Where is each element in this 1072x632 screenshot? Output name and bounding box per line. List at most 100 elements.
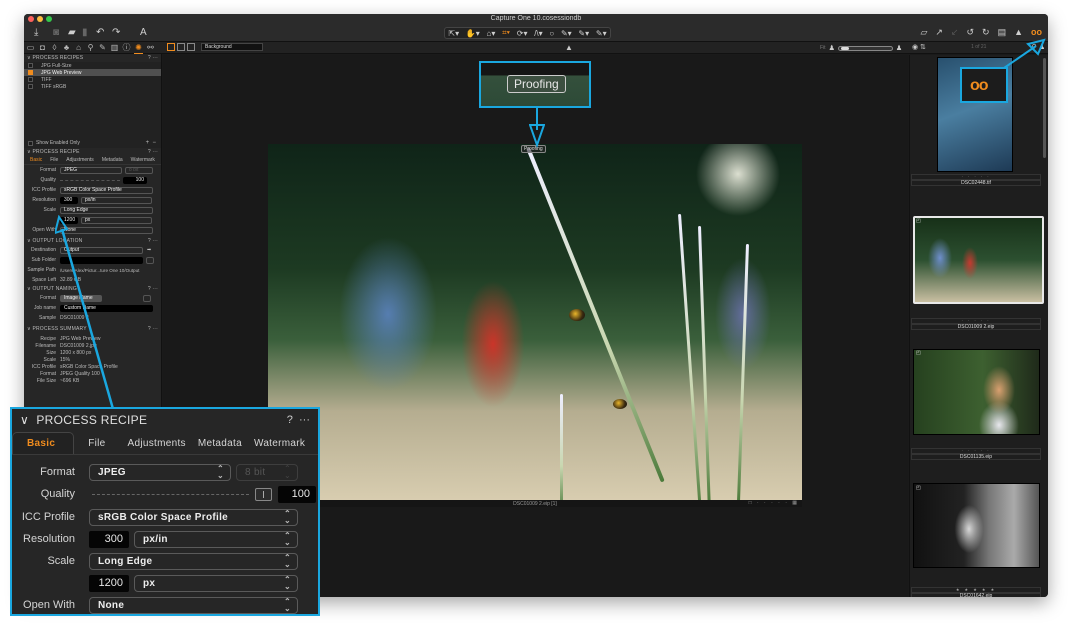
recipe-item[interactable]: TIFF sRGB [24,83,161,90]
show-enabled-only[interactable]: Show Enabled Only [28,140,80,146]
reset-icon[interactable]: ↺ [966,27,974,38]
recipe-checkbox[interactable] [28,77,33,82]
folder-icon[interactable]: ▰ [68,27,76,39]
brush-tool-icon[interactable]: ✎▾ [561,29,572,38]
redo-icon[interactable]: ↷ [112,27,120,39]
tab-adjustments[interactable]: Adjustments [122,438,192,454]
format-select[interactable]: JPEG ⌃ ⌄ [89,463,231,481]
proofing-glasses-icon[interactable]: oo [1031,27,1042,38]
spot-tool-icon[interactable]: ○ [549,29,554,38]
rotate-tool-icon[interactable]: ⟳▾ [517,29,528,38]
recipe-item[interactable]: JPG Full-Size [24,62,161,69]
browser-scrollbar[interactable] [1043,58,1046,158]
tab-metadata[interactable]: Metadata [192,438,248,454]
tab-adjustments-small[interactable]: Adjustments [66,157,94,163]
quality-value-small[interactable]: 100 [123,176,147,184]
resolution-input[interactable]: 300 [89,530,129,548]
local-adjust-tab-icon[interactable]: ✎ [98,43,107,54]
eraser-tool-icon[interactable]: ✎▾ [578,29,589,38]
loupe-tool-icon[interactable]: ⌂▾ [487,29,496,38]
apply-adjustments-icon[interactable]: ↙ [951,27,959,38]
trash-icon[interactable]: ▮ [82,27,88,39]
filmstrip-view-button[interactable] [187,43,195,51]
recipe-checkbox[interactable] [28,70,33,75]
resolution-unit-small[interactable]: px/in [81,196,152,204]
icc-select-small[interactable]: sRGB Color Space Profile [60,186,153,194]
details-tab-icon[interactable]: ⚲ [86,43,95,54]
capture-tab-icon[interactable]: ◘ [38,43,47,54]
background-select[interactable]: Background [201,43,263,51]
scale-size-input[interactable]: 1200 [89,574,129,592]
tab-file[interactable]: File [74,438,121,454]
open-with-select[interactable]: None ⌃ ⌄ [89,596,298,614]
keystone-tool-icon[interactable]: /\▾ [534,29,542,38]
view-eye-icon[interactable]: ◉ ⇅ [912,43,926,51]
subfolder-more-button[interactable] [146,256,154,264]
library-tab-icon[interactable]: ▭ [26,43,35,54]
rating-bar[interactable]: □ · · · · · ▦ [749,500,799,506]
copy-adjustments-icon[interactable]: ↗ [935,27,943,38]
output-tab-icon[interactable]: ✺ [134,43,143,54]
quality-slider-knob[interactable] [255,487,272,501]
batch-tab-icon[interactable]: ⚯ [146,43,155,54]
bit-depth-select-small[interactable]: 8 bit [125,166,153,174]
recipe-checkbox[interactable] [28,84,33,89]
quality-input[interactable]: 100 [278,485,316,503]
zoom-knob[interactable] [840,46,849,50]
recipe-item[interactable]: TIFF [24,76,161,83]
scale-unit-select[interactable]: px ⌃ ⌄ [134,574,298,592]
remove-recipe-icon[interactable]: − [152,140,156,146]
thumbnail-image[interactable] [913,216,1044,304]
crop-tool-icon[interactable]: ⌗▾ [502,28,510,38]
more-options-button[interactable]: ··· [299,414,310,426]
process-recipe-header[interactable]: ∨ PROCESS RECIPE ? ··· [12,409,318,431]
naming-more-button[interactable] [143,294,151,302]
show-enabled-checkbox[interactable] [28,140,33,146]
resolution-value-small[interactable]: 300 [60,196,78,204]
output-crop-tab-icon[interactable]: ▥ [110,43,119,54]
color-tab-icon[interactable]: ♣ [62,43,71,54]
resolution-unit-select[interactable]: px/in ⌃ ⌄ [134,530,298,548]
chevron-down-icon[interactable]: ∨ [20,413,29,427]
destination-arrow-icon[interactable]: ➡ [147,247,151,253]
clipboard-icon[interactable]: ▤ [998,27,1007,38]
metadata-tab-icon[interactable]: ⓘ [122,43,131,54]
redo-adjust-icon[interactable]: ↻ [982,27,990,38]
exposure-tab-icon[interactable]: ⌂ [74,43,83,54]
select-tool-icon[interactable]: ⇱▾ [448,29,459,38]
process-recipes-header[interactable]: ∨ PROCESS RECIPES? ··· [24,54,161,62]
help-button[interactable]: ? [287,414,293,426]
thumbnail-image[interactable] [913,349,1040,435]
quality-slider-track[interactable] [92,493,249,495]
lens-tab-icon[interactable]: ◊ [50,43,59,54]
process-recipe-header-small[interactable]: ∨ PROCESS RECIPE? ··· [24,148,161,156]
import-icon[interactable]: ⤓ [34,27,38,39]
gradient-tool-icon[interactable]: ✎▾ [596,29,607,38]
scale-select-small[interactable]: Long Edge [60,206,153,214]
tab-file-small[interactable]: File [50,157,58,163]
zoom-track[interactable] [837,45,893,51]
recipe-item[interactable]: JPG Web Preview [24,69,161,76]
format-select-small[interactable]: JPEG [60,166,122,174]
grid-view-button[interactable] [167,43,175,51]
tab-basic[interactable]: Basic [12,432,75,454]
tab-basic-small[interactable]: Basic [30,157,42,163]
recipe-checkbox[interactable] [28,63,33,68]
warning-icon[interactable]: ▲ [1014,27,1023,38]
icc-profile-select[interactable]: sRGB Color Space Profile ⌃ ⌄ [89,508,298,526]
tab-watermark[interactable]: Watermark [248,438,305,454]
tab-watermark-small[interactable]: Watermark [131,157,155,163]
thumbnail-image[interactable] [913,483,1040,568]
exposure-warning-icon[interactable]: ▲ [565,43,573,52]
camera-icon[interactable]: ◙ [53,27,59,39]
text-icon[interactable]: A [140,27,147,39]
pan-tool-icon[interactable]: ✋▾ [466,29,480,38]
quality-slider-small[interactable] [60,179,120,181]
main-photo[interactable]: Proofing [268,144,802,500]
scale-select[interactable]: Long Edge ⌃ ⌄ [89,552,298,570]
stack-icon[interactable]: ▱ [920,27,927,38]
undo-icon[interactable]: ↶ [96,27,104,39]
tab-metadata-small[interactable]: Metadata [102,157,123,163]
add-recipe-icon[interactable]: + [146,140,150,146]
single-view-button[interactable] [177,43,185,51]
